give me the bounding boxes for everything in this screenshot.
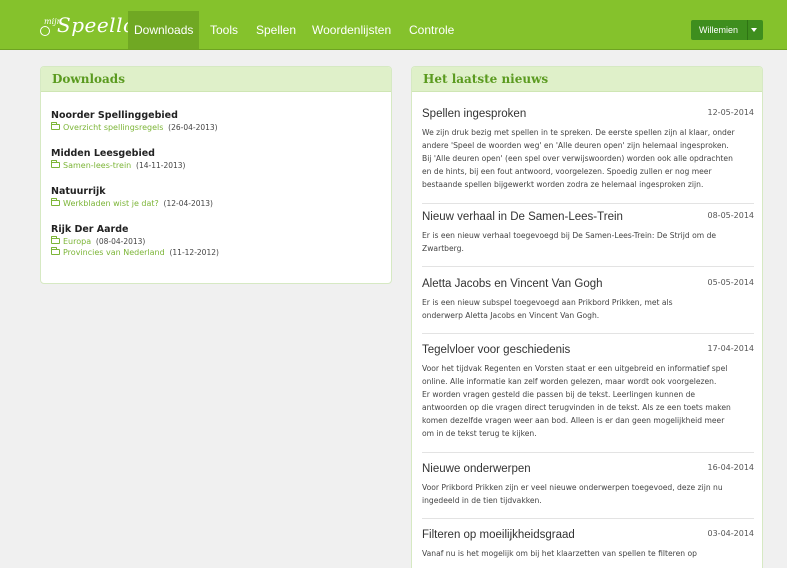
download-group: Rijk Der Aarde Europa (08-04-2013) Provi… [51, 224, 219, 257]
download-group: Natuurrijk Werkbladen wist je dat? (12-0… [51, 186, 213, 208]
news-item: Tegelvloer voor geschiedenis 17-04-2014 … [422, 344, 754, 440]
news-title[interactable]: Tegelvloer voor geschiedenis [422, 344, 754, 356]
download-file-link[interactable]: Werkbladen wist je dat? [63, 199, 159, 208]
news-divider [422, 203, 754, 204]
news-date: 03-04-2014 [707, 529, 755, 538]
news-title[interactable]: Nieuwe onderwerpen [422, 463, 754, 475]
download-group: Noorder Spellinggebied Overzicht spellin… [51, 110, 218, 132]
download-group-title: Midden Leesgebied [51, 148, 155, 159]
download-file-date: (26-04-2013) [168, 123, 218, 132]
news-line: komen dezelfde vragen weer aan bod. Alle… [422, 416, 725, 425]
download-file-link[interactable]: Europa [63, 237, 91, 246]
download-file-link[interactable]: Overzicht spellingsregels [63, 123, 163, 132]
news-line: Voor Prikbord Prikken zijn er veel nieuw… [422, 483, 723, 492]
news-line: Zwartberg. [422, 244, 464, 253]
download-file-date: (14-11-2013) [136, 161, 186, 170]
news-line: Er worden vragen gesteld die passen bij … [422, 390, 696, 399]
news-line: online. Alle informatie kan zelf worden … [422, 377, 717, 386]
folder-icon [51, 236, 60, 244]
news-item: Nieuwe onderwerpen 16-04-2014 Voor Prikb… [422, 463, 754, 507]
news-line: andere 'Speel de woorden weg' en 'Alle d… [422, 141, 729, 150]
folder-icon [51, 122, 60, 130]
download-file-date: (08-04-2013) [95, 237, 146, 246]
download-file-date: (12-04-2013) [163, 199, 213, 208]
news-panel: Het laatste nieuws Spellen ingesproken 1… [411, 66, 763, 568]
download-group: Midden Leesgebied Samen-lees-trein (14-1… [51, 148, 185, 170]
button-separator [747, 20, 748, 40]
nav-woordenlijsten[interactable]: Woordenlijsten [306, 11, 397, 49]
news-date: 05-05-2014 [707, 278, 755, 287]
news-item: Spellen ingesproken 12-05-2014 We zijn d… [422, 108, 754, 191]
folder-icon [51, 160, 60, 168]
news-line: Voor het tijdvak Regenten en Vorsten sta… [422, 364, 728, 373]
news-body: Voor Prikbord Prikken zijn er veel nieuw… [422, 481, 754, 507]
download-file: Overzicht spellingsregels (26-04-2013) [51, 122, 218, 132]
news-line: bestaande spellen bijgewerkt worden zodr… [422, 180, 704, 189]
news-heading: Het laatste nieuws [412, 67, 762, 92]
news-title[interactable]: Filteren op moeilijkheidsgraad [422, 529, 754, 541]
news-line: Er is een nieuw subspel toegevoegd aan P… [422, 298, 673, 307]
site-logo[interactable]: mijn Speellokaal [40, 8, 179, 42]
news-line: onderwerp Aletta Jacobs en Vincent Van G… [422, 311, 600, 320]
news-date: 08-05-2014 [707, 211, 755, 220]
news-item: Aletta Jacobs en Vincent Van Gogh 05-05-… [422, 278, 754, 322]
downloads-panel: Downloads Noorder Spellinggebied Overzic… [40, 66, 392, 284]
news-line: antwoorden op die vragen direct terugvin… [422, 403, 731, 412]
download-file: Samen-lees-trein (14-11-2013) [51, 160, 186, 170]
logo-circle-icon [40, 26, 50, 36]
top-navbar: mijn Speellokaal Downloads Tools Spellen… [0, 0, 787, 50]
news-item: Filteren op moeilijkheidsgraad 03-04-201… [422, 529, 754, 560]
news-line: om in de tekst terug te kijken. [422, 429, 537, 438]
news-item: Nieuw verhaal in De Samen-Lees-Trein 08-… [422, 211, 754, 255]
news-body: We zijn druk bezig met spellen in te spr… [422, 126, 754, 191]
nav-tools[interactable]: Tools [204, 11, 244, 49]
download-group-title: Natuurrijk [51, 186, 106, 197]
news-divider [422, 266, 754, 267]
download-group-title: Noorder Spellinggebied [51, 110, 178, 121]
news-body: Vanaf nu is het mogelijk om bij het klaa… [422, 547, 754, 560]
news-line: Bij 'Alle deuren open' (een spel over ve… [422, 154, 733, 163]
caret-down-icon[interactable] [751, 28, 757, 32]
news-date: 16-04-2014 [707, 463, 755, 472]
news-title[interactable]: Aletta Jacobs en Vincent Van Gogh [422, 278, 754, 290]
download-file: Europa (08-04-2013) [51, 236, 219, 246]
download-file-link[interactable]: Provincies van Nederland [63, 248, 165, 257]
news-body: Voor het tijdvak Regenten en Vorsten sta… [422, 362, 754, 440]
news-divider [422, 518, 754, 519]
nav-controle[interactable]: Controle [403, 11, 460, 49]
news-body: Er is een nieuw subspel toegevoegd aan P… [422, 296, 754, 322]
news-line: We zijn druk bezig met spellen in te spr… [422, 128, 735, 137]
news-line: ingedeeld in de tien tijdvakken. [422, 496, 542, 505]
folder-icon [51, 198, 60, 206]
download-file: Provincies van Nederland (11-12-2012) [51, 247, 219, 257]
download-file-date: (11-12-2012) [169, 248, 219, 257]
news-title[interactable]: Nieuw verhaal in De Samen-Lees-Trein [422, 211, 754, 223]
download-group-title: Rijk Der Aarde [51, 224, 129, 235]
user-menu-button[interactable]: Willemien [691, 20, 763, 40]
nav-downloads[interactable]: Downloads [128, 11, 200, 49]
news-title[interactable]: Spellen ingesproken [422, 108, 754, 120]
news-line: en de hints, bij een fout antwoord, voor… [422, 167, 712, 176]
news-line: Vanaf nu is het mogelijk om bij het klaa… [422, 549, 697, 558]
news-date: 12-05-2014 [707, 108, 755, 117]
news-date: 17-04-2014 [707, 344, 755, 353]
download-file-link[interactable]: Samen-lees-trein [63, 161, 131, 170]
news-divider [422, 333, 754, 334]
user-name: Willemien [699, 25, 739, 35]
download-file: Werkbladen wist je dat? (12-04-2013) [51, 198, 213, 208]
folder-icon [51, 247, 60, 255]
news-divider [422, 452, 754, 453]
news-line: Er is een nieuw verhaal toegevoegd bij D… [422, 231, 717, 240]
nav-spellen[interactable]: Spellen [250, 11, 302, 49]
downloads-heading: Downloads [41, 67, 391, 92]
news-body: Er is een nieuw verhaal toegevoegd bij D… [422, 229, 754, 255]
